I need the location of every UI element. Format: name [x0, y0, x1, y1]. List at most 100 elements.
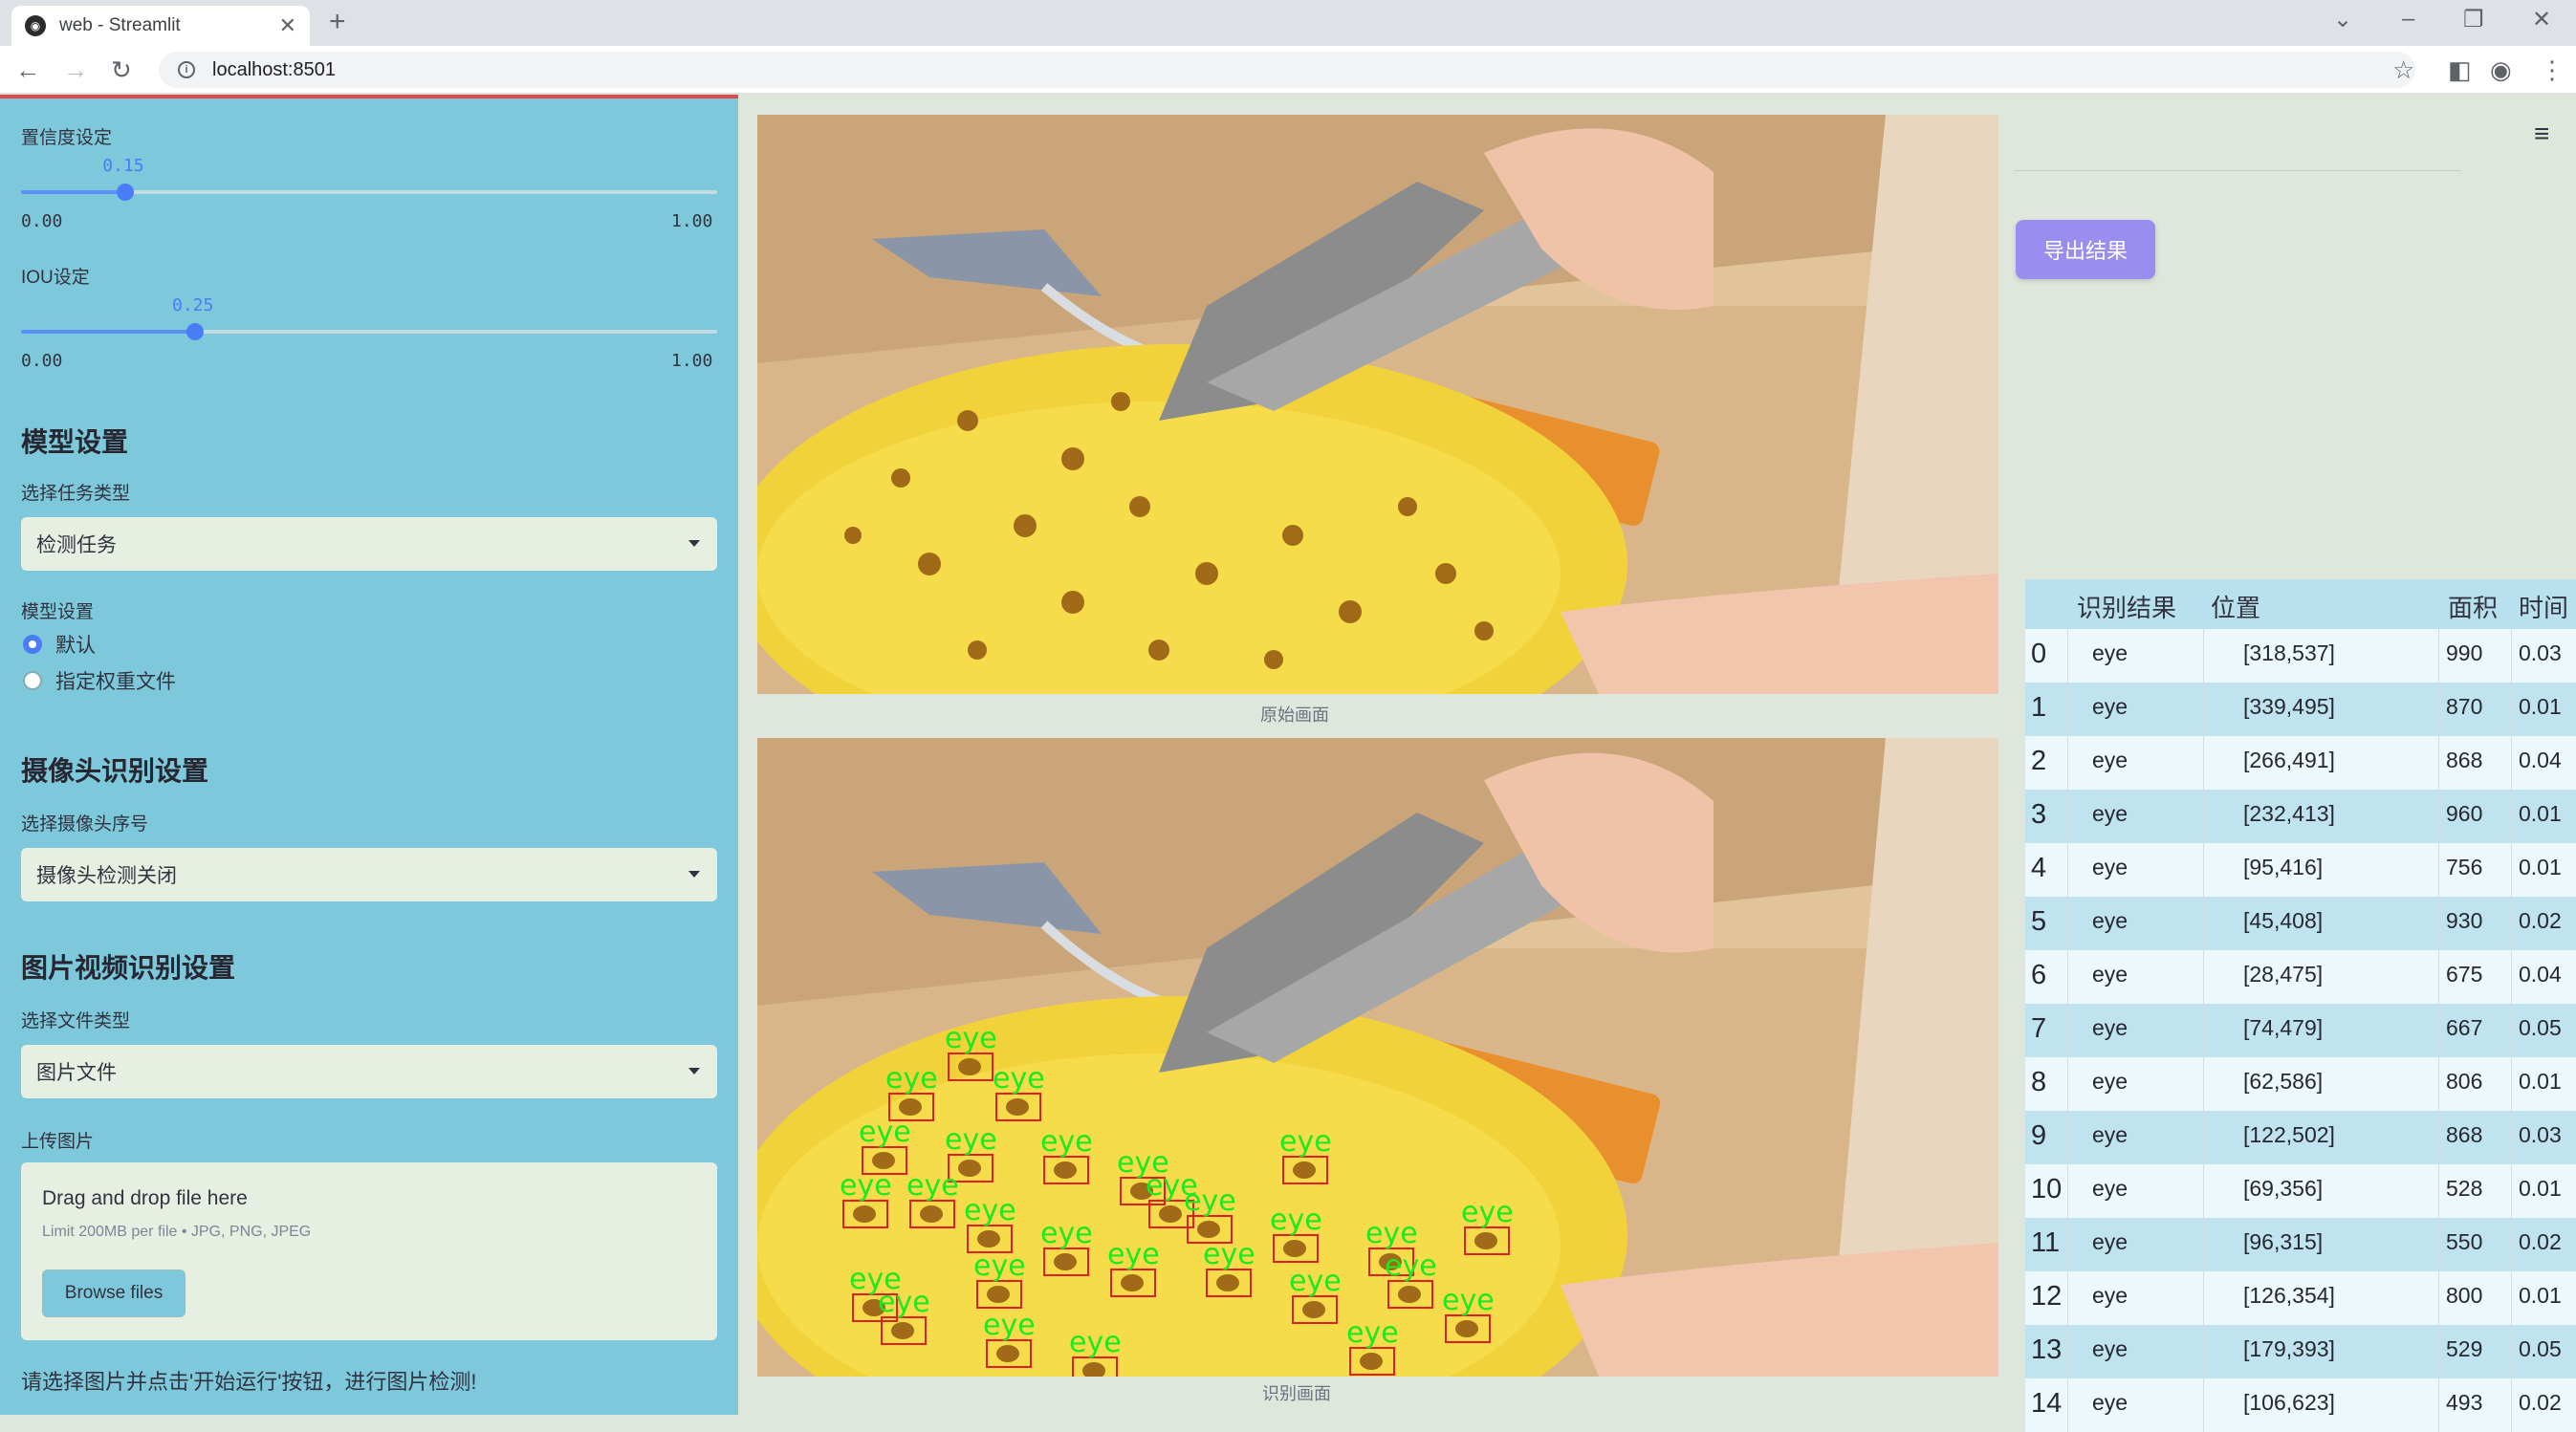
table-row[interactable]: 6 eye [28,475] 675 0.04 — [2025, 950, 2576, 1004]
row-area: 756 — [2446, 855, 2483, 879]
radio-default[interactable]: 默认 — [23, 630, 96, 659]
row-position: [96,315] — [2243, 1229, 2324, 1254]
radio-custom-weights-label: 指定权重文件 — [55, 671, 176, 693]
address-bar[interactable]: i localhost:8501 — [159, 52, 2415, 88]
browser-toolbar: ← → ↻ i localhost:8501 ☆ ◧ ◉ ⋮ — [0, 46, 2576, 94]
file-uploader-dropzone[interactable]: Drag and drop file here Limit 200MB per … — [21, 1162, 717, 1340]
radio-default-label: 默认 — [55, 635, 96, 657]
row-index: 12 — [2031, 1281, 2063, 1312]
table-row[interactable]: 5 eye [45,408] 930 0.02 — [2025, 897, 2576, 950]
camera-index-select[interactable]: 摄像头检测关闭 — [21, 848, 717, 901]
row-index: 3 — [2031, 799, 2047, 830]
radio-custom-weights[interactable]: 指定权重文件 — [23, 666, 176, 695]
browser-menu-icon[interactable]: ⋮ — [2540, 55, 2565, 85]
column-separator — [2438, 1164, 2439, 1218]
side-panel-icon[interactable]: ◧ — [2448, 55, 2472, 85]
column-separator — [2067, 1325, 2068, 1378]
header-area[interactable]: 面积 — [2448, 589, 2498, 624]
confidence-slider-fill — [21, 190, 126, 194]
chevron-down-icon — [688, 1068, 700, 1074]
column-separator — [2511, 897, 2512, 950]
detection-label: eye — [945, 1022, 997, 1055]
pineapple-eye — [1302, 1301, 1325, 1318]
profile-avatar-icon[interactable]: ◉ — [2490, 55, 2512, 85]
detection-label: eye — [983, 1309, 1036, 1342]
restore-icon[interactable]: ❐ — [2463, 6, 2484, 33]
bookmark-star-icon[interactable]: ☆ — [2392, 55, 2414, 85]
iou-slider-thumb[interactable] — [186, 323, 204, 340]
iou-slider[interactable] — [21, 323, 717, 340]
new-tab-icon[interactable]: + — [329, 6, 346, 38]
pineapple-eye — [1474, 1232, 1497, 1249]
table-row[interactable]: 9 eye [122,502] 868 0.03 — [2025, 1111, 2576, 1164]
column-separator — [2203, 736, 2204, 790]
original-image — [757, 115, 1998, 694]
tab-close-icon[interactable]: ✕ — [279, 13, 296, 38]
camera-index-value: 摄像头检测关闭 — [36, 865, 177, 887]
table-row[interactable]: 8 eye [62,586] 806 0.01 — [2025, 1057, 2576, 1111]
row-time: 0.01 — [2519, 1176, 2562, 1201]
forward-icon[interactable]: → — [63, 55, 88, 85]
column-separator — [2438, 736, 2439, 790]
confidence-max: 1.00 — [671, 211, 713, 231]
table-row[interactable]: 12 eye [126,354] 800 0.01 — [2025, 1271, 2576, 1325]
table-row[interactable]: 4 eye [95,416] 756 0.01 — [2025, 843, 2576, 897]
detection-label: eye — [973, 1249, 1026, 1283]
table-row[interactable]: 13 eye [179,393] 529 0.05 — [2025, 1325, 2576, 1378]
table-row[interactable]: 2 eye [266,491] 868 0.04 — [2025, 736, 2576, 790]
export-results-button[interactable]: 导出结果 — [2016, 220, 2155, 279]
table-row[interactable]: 10 eye [69,356] 528 0.01 — [2025, 1164, 2576, 1218]
column-separator — [2511, 1111, 2512, 1164]
browse-files-button[interactable]: Browse files — [42, 1269, 186, 1317]
row-index: 13 — [2031, 1334, 2063, 1365]
header-time[interactable]: 时间 — [2519, 589, 2568, 624]
column-separator — [2511, 843, 2512, 897]
task-type-select[interactable]: 检测任务 — [21, 517, 717, 571]
hamburger-menu-icon[interactable]: ≡ — [2534, 119, 2549, 149]
table-row[interactable]: 14 eye [106,623] 493 0.02 — [2025, 1378, 2576, 1432]
table-row[interactable]: 7 eye [74,479] 667 0.05 — [2025, 1004, 2576, 1057]
detection-label: eye — [1365, 1217, 1418, 1250]
table-row[interactable]: 0 eye [318,537] 990 0.03 — [2025, 629, 2576, 683]
detection-label: eye — [964, 1194, 1016, 1227]
column-separator — [2203, 950, 2204, 1004]
iou-value: 0.25 — [172, 295, 214, 315]
back-icon[interactable]: ← — [15, 55, 40, 85]
table-row[interactable]: 1 eye [339,495] 870 0.01 — [2025, 683, 2576, 736]
pineapple-eye — [996, 1345, 1019, 1362]
window-close-icon[interactable]: ✕ — [2532, 6, 2551, 33]
column-separator — [2511, 1218, 2512, 1271]
column-separator — [2438, 1378, 2439, 1432]
dropzone-title: Drag and drop file here — [42, 1187, 248, 1209]
detected-caption: 识别画面 — [1262, 1384, 1331, 1403]
confidence-slider-thumb[interactable] — [117, 184, 135, 201]
row-result: eye — [2092, 1015, 2128, 1040]
tab-search-icon[interactable]: ⌄ — [2333, 6, 2352, 33]
pineapple-eye — [1121, 1274, 1144, 1291]
row-position: [266,491] — [2243, 748, 2335, 772]
original-caption: 原始画面 — [1260, 705, 1329, 725]
header-position[interactable]: 位置 — [2211, 589, 2260, 624]
pineapple-eye — [1216, 1274, 1239, 1291]
file-type-select[interactable]: 图片文件 — [21, 1045, 717, 1098]
pineapple-eye — [1360, 1353, 1383, 1370]
row-area: 528 — [2446, 1176, 2483, 1201]
detection-label: eye — [1346, 1316, 1399, 1350]
pineapple-eye — [1054, 1161, 1077, 1179]
detection-label: eye — [1040, 1217, 1093, 1250]
pineapple-eye — [958, 1160, 981, 1177]
detected-image: eye eye eye eye eye eye eye eye eye eye eye eye eye e… — [757, 738, 1998, 1377]
table-row[interactable]: 11 eye [96,315] 550 0.02 — [2025, 1218, 2576, 1271]
browser-tab[interactable]: ◉ web - Streamlit ✕ — [11, 6, 310, 46]
confidence-slider[interactable] — [21, 184, 717, 201]
minimize-icon[interactable]: – — [2402, 6, 2414, 33]
divider — [2014, 170, 2461, 171]
row-area: 493 — [2446, 1390, 2483, 1415]
table-row[interactable]: 3 eye [232,413] 960 0.01 — [2025, 790, 2576, 843]
header-result[interactable]: 识别结果 — [2077, 589, 2176, 624]
row-result: eye — [2092, 1390, 2128, 1415]
reload-icon[interactable]: ↻ — [111, 55, 132, 85]
site-info-icon[interactable]: i — [178, 61, 195, 78]
column-separator — [2203, 843, 2204, 897]
row-index: 7 — [2031, 1013, 2047, 1044]
